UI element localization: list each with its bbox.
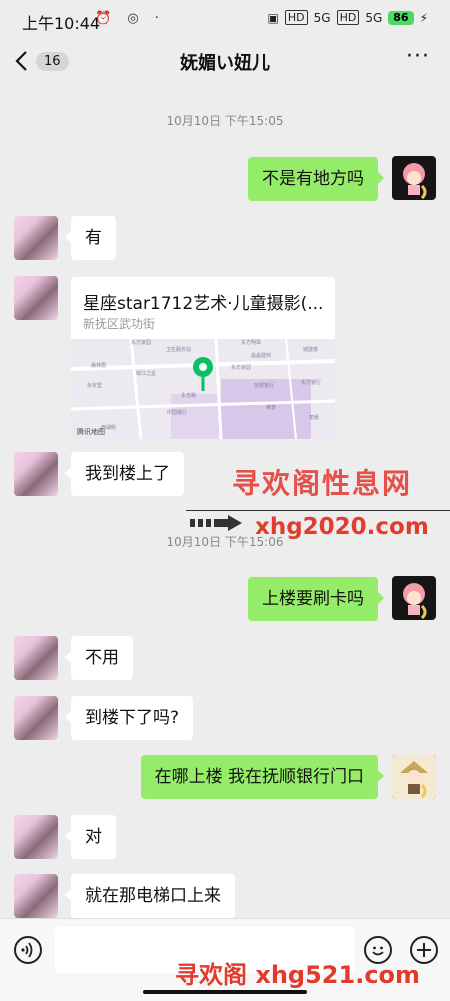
map-label: 东方银行 [301,379,321,386]
voice-input-button[interactable] [14,936,42,964]
message-timestamp: 10月10日 下午15:06 [166,535,284,549]
message-bubble-incoming[interactable]: 到楼下了吗? [64,696,194,740]
status-time: 上午10:44 [22,14,101,33]
message-timestamp: 10月10日 下午15:05 [166,114,284,128]
my-avatar[interactable] [392,755,436,799]
contact-avatar[interactable] [14,216,58,260]
message-bubble-outgoing[interactable]: 在哪上楼 我在抚顺银行门口 [140,755,385,799]
map-label: 锦江之星 [136,370,156,377]
location-address: 新抚区武功街 [83,317,156,331]
map-label: 卫生服务站 [166,346,191,353]
map-credit: 腾讯地图 [77,428,105,436]
charging-icon: ⚡ [419,10,428,25]
anime-avatar-icon [403,583,427,620]
status-notification-icons: ⏰ ◎ · [95,11,165,26]
map-label: 东方家园 [231,364,251,371]
signal-2-label: 5G [365,10,383,25]
contact-avatar[interactable] [14,276,58,320]
message-bubble-incoming[interactable]: 对 [65,815,116,859]
hd-badge-1: HD [284,10,308,25]
my-avatar[interactable] [392,576,436,620]
status-right-icons: ▣ HD 5G HD 5G 86 ⚡ [268,10,428,25]
watermark-title: 寻欢阁性息网 [232,467,413,500]
signal-1-label: 5G [313,10,331,25]
contact-avatar[interactable] [14,452,58,496]
location-title: 星座star1712艺术·儿童摄影(... [83,294,324,314]
my-avatar[interactable] [392,156,436,200]
contact-avatar[interactable] [14,636,58,680]
contact-avatar[interactable] [14,815,58,859]
watermark-url-bottom: 寻欢阁 xhg521.com [175,961,421,989]
map-label: 东方明珠 [241,339,261,346]
anime-avatar-icon [392,755,436,799]
battery-indicator: 86 [388,10,414,25]
anime-avatar-icon [403,163,427,200]
map-label: 晶晶建材 [251,352,271,359]
map-label: 维景 [266,404,276,411]
home-indicator[interactable] [143,990,307,994]
map-label: 城建楼 [303,346,318,353]
message-bubble-outgoing[interactable]: 不是有地方吗 [248,157,384,201]
map-label: 中国银行 [167,409,187,416]
map-label: 永安里 [87,382,102,389]
contact-avatar[interactable] [14,874,58,918]
status-bar: 上午10:44 ⏰ ◎ · ▣ HD 5G HD 5G 86 ⚡ [0,0,450,40]
location-card[interactable]: 星座star1712艺术·儿童摄影(... 新抚区武功街 东方家园 卫生服务站 … [71,277,335,439]
map-label: 永吉路 [181,392,196,399]
nfc-icon: ▣ [267,10,279,25]
hd-badge-2: HD [336,10,360,25]
message-bubble-incoming[interactable]: 有 [65,216,116,260]
location-map: 东方家园 卫生服务站 儒林居 东方明珠 晶晶建材 城建楼 东方家园 锦江之星 永… [71,339,335,439]
map-label: 丽景 [309,414,319,421]
watermark-divider [186,510,450,511]
message-bubble-incoming[interactable]: 不用 [65,636,133,680]
message-bubble-outgoing[interactable]: 上楼要刷卡吗 [248,577,384,621]
more-options-button[interactable]: ··· [406,44,430,69]
message-bubble-incoming[interactable]: 我到楼上了 [65,452,184,496]
map-label: 抚顺银行 [254,382,274,389]
arrow-right-icon [190,515,242,531]
map-label: 儒林居 [91,362,106,369]
voice-icon [21,942,33,958]
contact-avatar[interactable] [14,696,58,740]
chat-title: 妩媚い妞儿 [180,53,270,74]
chat-header: 16 妩媚い妞儿 ··· [0,40,450,82]
message-bubble-incoming[interactable]: 就在那电梯口上来 [65,874,235,918]
map-label: 东方家园 [131,339,151,346]
